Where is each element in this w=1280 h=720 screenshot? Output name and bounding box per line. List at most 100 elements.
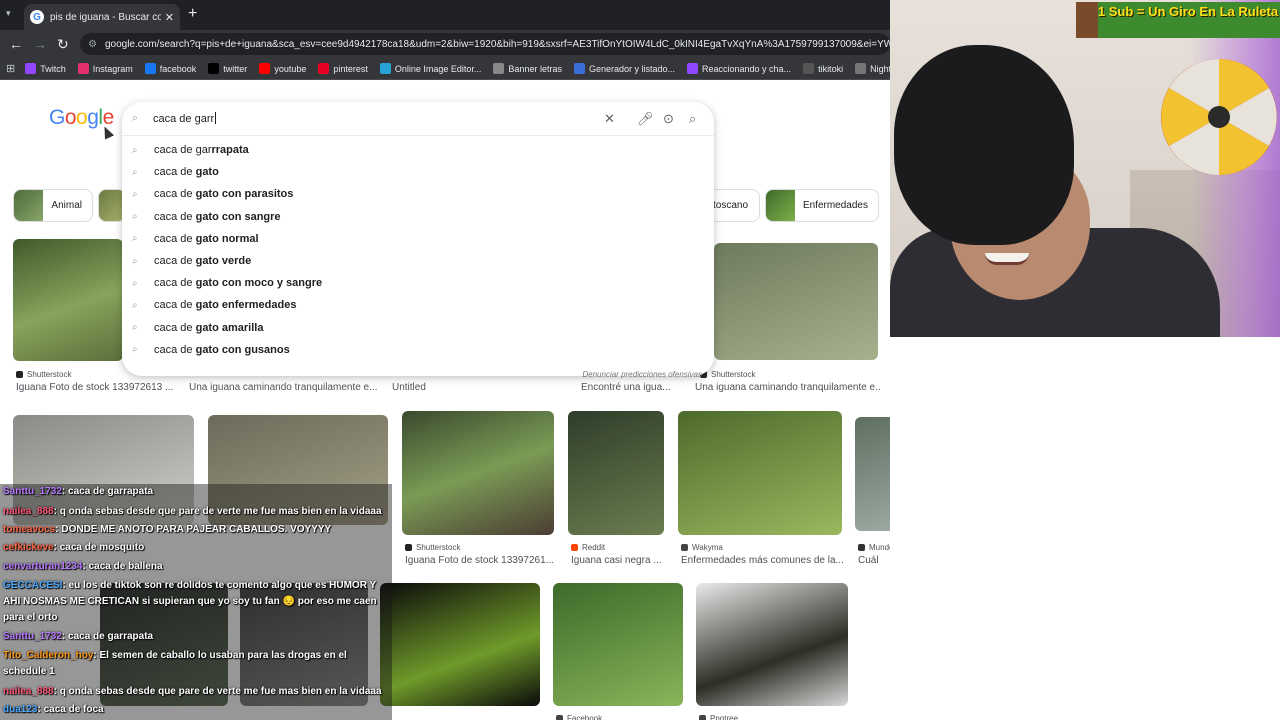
bookmark-favicon-icon: [855, 63, 867, 74]
source-name: Wakyma: [692, 543, 723, 552]
suggestion-item[interactable]: ⌕ caca de gato: [122, 161, 714, 183]
bookmark-favicon-icon: [259, 63, 271, 74]
result-image[interactable]: [13, 239, 123, 361]
url-field[interactable]: ⚙ google.com/search?q=pis+de+iguana&sca_…: [80, 33, 890, 55]
forward-icon[interactable]: →: [33, 36, 47, 52]
result-caption[interactable]: Iguana Foto de stock 13397261...: [405, 555, 555, 566]
search-submit-icon[interactable]: ⌕: [689, 111, 696, 127]
search-input[interactable]: caca de garr: [153, 112, 216, 125]
filter-chip-enfermedades[interactable]: Enfermedades: [765, 189, 879, 222]
suggestion-item[interactable]: ⌕ caca de gato normal: [122, 228, 714, 250]
bookmark-item[interactable]: Nightbot - Comma...: [855, 63, 890, 74]
result-source[interactable]: Shutterstock: [700, 370, 755, 379]
result-caption[interactable]: Una iguana caminando tranquilamente e...: [695, 382, 880, 393]
suggestion-text: caca de gato verde: [154, 255, 251, 267]
result-source[interactable]: Shutterstock: [405, 543, 460, 552]
suggestion-completion: gato con moco y sangre: [195, 277, 323, 290]
bookmark-item[interactable]: Banner letras: [493, 63, 562, 74]
source-name: Shutterstock: [711, 370, 756, 379]
chat-message: Santtu_1732: caca de garrapata: [3, 484, 153, 500]
source-name: Pngtree: [710, 714, 739, 720]
result-caption[interactable]: Iguana Foto de stock 133972613 ...: [16, 382, 206, 393]
search-icon: ⌕: [132, 277, 138, 289]
result-caption[interactable]: Untitled: [392, 382, 582, 393]
result-image[interactable]: [553, 583, 683, 706]
filter-chip-animal[interactable]: Animal: [13, 189, 93, 222]
result-image[interactable]: [855, 417, 890, 531]
suggestion-text: caca de gato con moco y sangre: [154, 277, 322, 289]
bookmark-item[interactable]: twitter: [208, 63, 247, 74]
bookmark-item[interactable]: Instagram: [77, 63, 133, 74]
chat-text: : DONDE ME ANOTO PARA PAJEAR CABALLOS. V…: [55, 524, 332, 535]
report-predictions-link[interactable]: Denunciar predicciones ofensivas: [582, 370, 702, 379]
result-caption[interactable]: Cuáles son las enferm...: [858, 555, 878, 566]
suggestion-item[interactable]: ⌕ caca de gato enfermedades: [122, 294, 714, 316]
result-image[interactable]: [714, 243, 878, 360]
result-caption[interactable]: Una iguana caminando tranquilamente e...: [189, 382, 379, 393]
suggestion-item[interactable]: ⌕ caca de gato con moco y sangre: [122, 272, 714, 294]
suggestion-item[interactable]: ⌕ caca de gato verde: [122, 250, 714, 272]
result-image[interactable]: [568, 411, 664, 535]
apps-grid-icon[interactable]: ⊞: [6, 62, 15, 75]
result-source[interactable]: Shutterstock: [16, 370, 71, 379]
bookmark-item[interactable]: Online Image Editor...: [379, 63, 481, 74]
bookmark-item[interactable]: facebook: [144, 63, 196, 74]
chat-username: cenvarturan1234: [3, 561, 83, 572]
clear-icon[interactable]: ✕: [604, 111, 615, 127]
site-info-icon[interactable]: ⚙: [88, 39, 97, 50]
suggestion-item[interactable]: ⌕ caca de garrrapata: [122, 139, 714, 161]
stream-chat: Santtu_1732: caca de garrapata nailea_888…: [0, 480, 392, 720]
bookmark-item[interactable]: tikitoki: [803, 63, 843, 74]
result-caption[interactable]: Enfermedades más comunes de la...: [681, 555, 846, 566]
search-input-row[interactable]: ⌕ caca de garr ✕ 🎤︎ ⊙ ⌕: [122, 102, 714, 136]
suggestion-item[interactable]: ⌕ caca de gato con sangre: [122, 206, 714, 228]
chip-label: Animal: [51, 200, 82, 211]
streamer-smile: [985, 253, 1029, 265]
result-source[interactable]: Reddit: [571, 543, 605, 552]
bookmarks-bar: ⊞ Twitch Instagram facebook twitter youtube p…: [0, 58, 890, 80]
result-image[interactable]: [380, 583, 540, 706]
search-icon: ⌕: [132, 233, 138, 245]
source-name: Facebook: [567, 714, 603, 720]
microphone-icon[interactable]: 🎤︎: [637, 111, 654, 127]
bookmark-label: tikitoki: [818, 63, 844, 74]
source-favicon-icon: [858, 544, 865, 551]
source-name: Reddit: [582, 543, 606, 552]
new-tab-icon[interactable]: +: [188, 5, 197, 23]
tab-strip: ▾ G pis de iguana - Buscar con Google ✕ …: [0, 0, 890, 30]
chat-text: : caca de mosquito: [53, 542, 145, 553]
tab-search-icon[interactable]: ▾: [6, 8, 11, 19]
suggestion-prefix: caca de: [154, 232, 196, 245]
back-icon[interactable]: ←: [9, 36, 23, 52]
webcam-feed: [890, 0, 1280, 337]
result-image[interactable]: [678, 411, 842, 535]
tab-active[interactable]: G pis de iguana - Buscar con Google ✕: [24, 4, 180, 30]
bookmark-item[interactable]: Generador y listado...: [573, 63, 675, 74]
suggestion-text: caca de gato amarilla: [154, 322, 263, 334]
suggestion-text: caca de gato normal: [154, 233, 259, 245]
bookmark-item[interactable]: Reaccionando y cha...: [687, 63, 791, 74]
close-tab-icon[interactable]: ✕: [165, 11, 174, 24]
bookmark-item[interactable]: pinterest: [318, 63, 368, 74]
camera-lens-icon[interactable]: ⊙: [663, 111, 674, 127]
reload-icon[interactable]: ↻: [57, 36, 69, 52]
suggestion-item[interactable]: ⌕ caca de gato con parasitos: [122, 183, 714, 205]
bookmark-item[interactable]: Twitch: [25, 63, 66, 74]
result-source[interactable]: Wakyma: [681, 543, 723, 552]
result-source[interactable]: Mundo Deportivo: [858, 543, 890, 552]
suggestion-prefix: caca de: [154, 277, 196, 290]
suggestion-item[interactable]: ⌕ caca de gato amarilla: [122, 317, 714, 339]
bookmark-item[interactable]: youtube: [259, 63, 306, 74]
chat-message: nailea_888: q onda sebas desde que pare …: [3, 684, 382, 700]
result-image[interactable]: [402, 411, 554, 535]
chat-username: GECCACESI: [3, 580, 63, 591]
chat-username: nailea_888: [3, 686, 54, 697]
chat-message: tomeavocs: DONDE ME ANOTO PARA PAJEAR CA…: [3, 522, 331, 538]
bookmark-favicon-icon: [25, 63, 37, 74]
suggestion-item[interactable]: ⌕ caca de gato con gusanos: [122, 339, 714, 361]
result-caption[interactable]: Iguana casi negra ...: [571, 555, 671, 566]
result-source[interactable]: Pngtree: [699, 714, 738, 720]
chat-text: : q onda sebas desde que pare de verte m…: [53, 506, 382, 517]
result-image[interactable]: [696, 583, 848, 706]
result-source[interactable]: Facebook: [556, 714, 602, 720]
